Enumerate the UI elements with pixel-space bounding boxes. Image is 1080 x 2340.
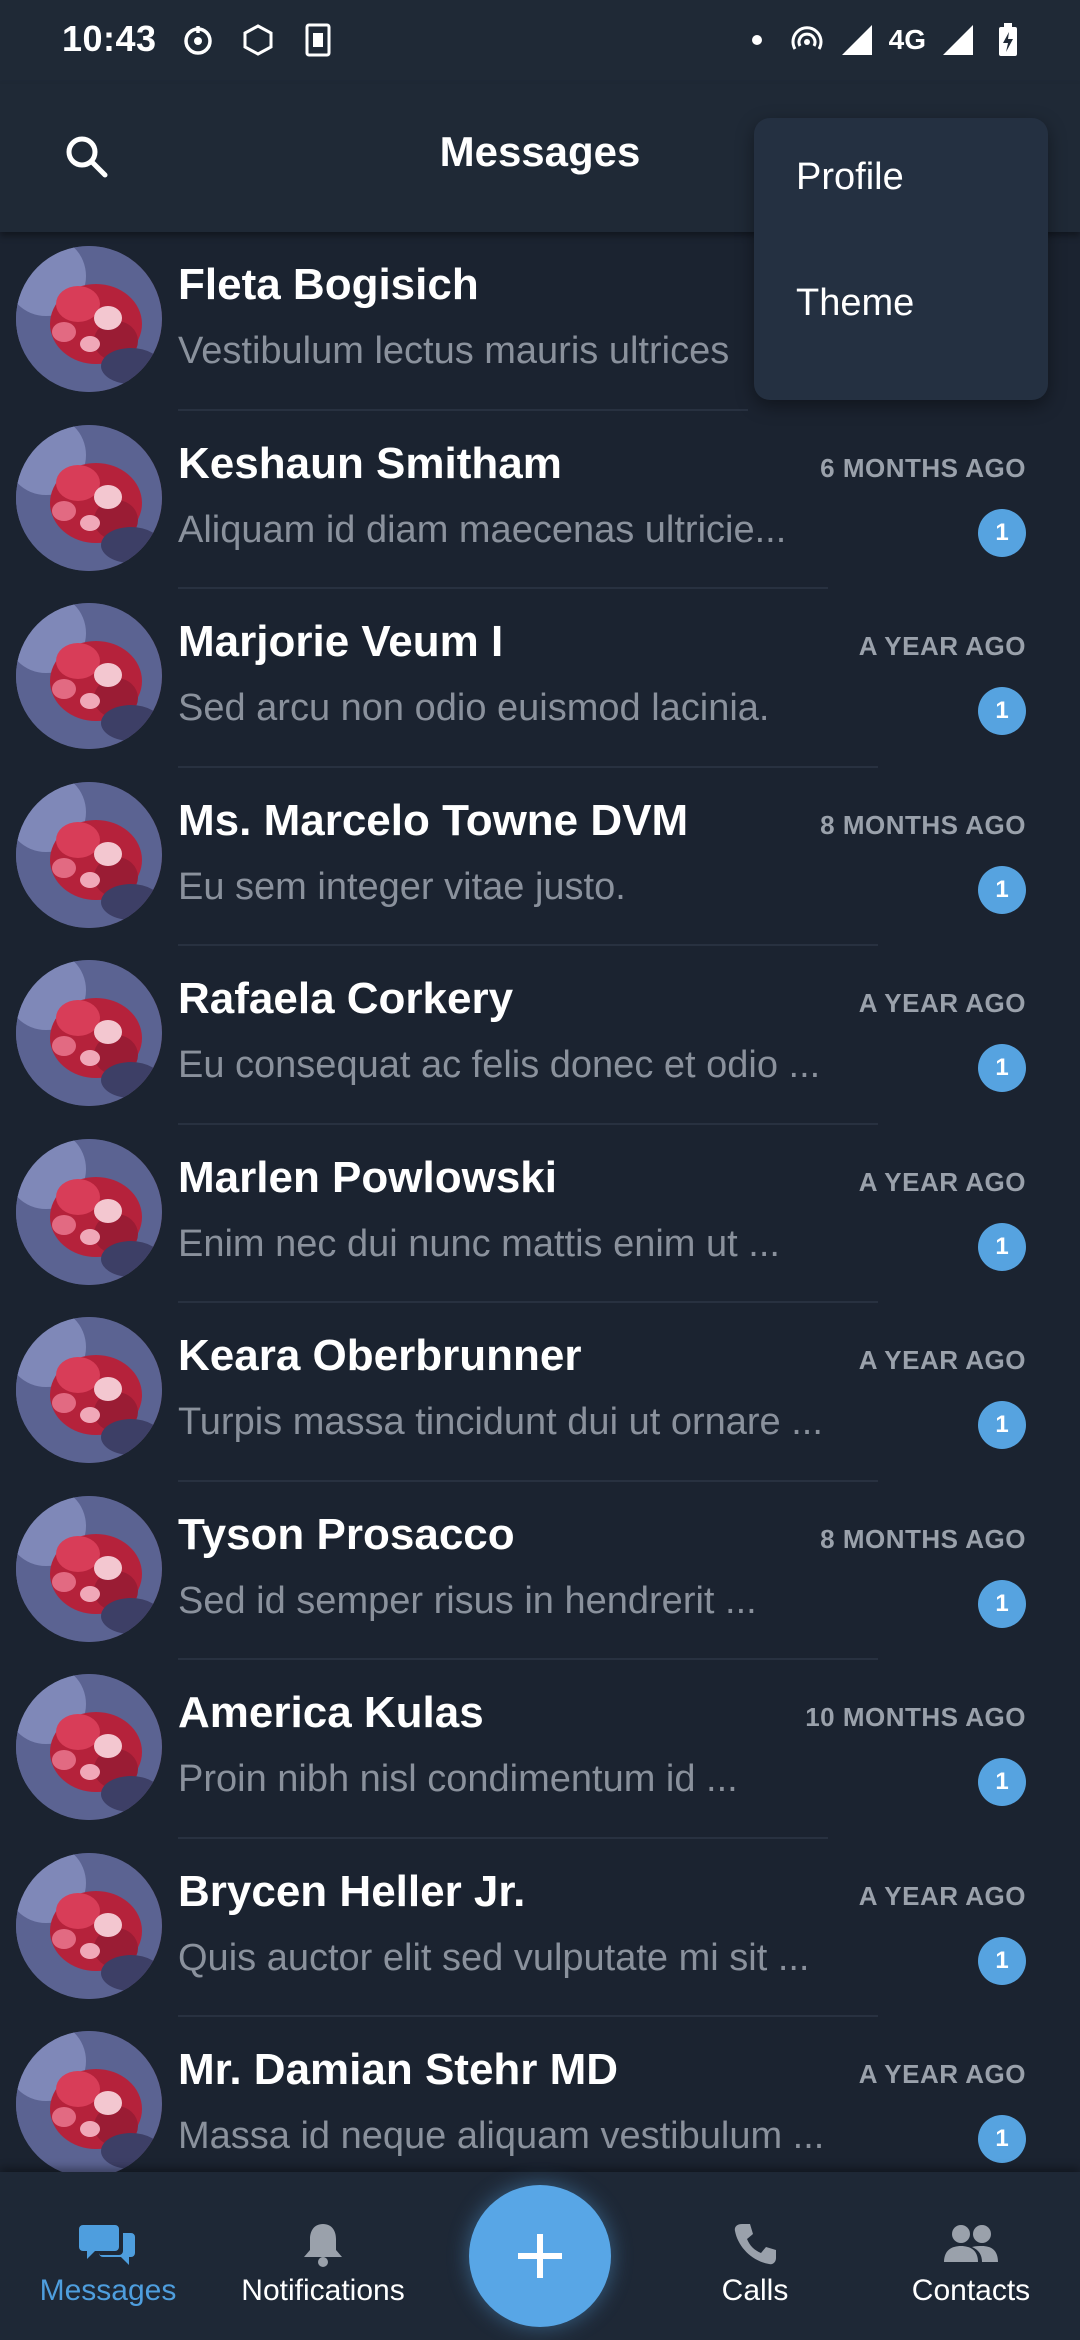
message-timestamp: A YEAR AGO xyxy=(858,1166,1026,1197)
status-right-icons: 4G xyxy=(739,22,1026,58)
contact-name: Mr. Damian Stehr MD xyxy=(178,2045,619,2094)
contact-name: Marjorie Veum I xyxy=(178,617,504,666)
unread-badge: 1 xyxy=(978,1401,1026,1449)
message-timestamp: 6 MONTHS AGO xyxy=(820,452,1026,483)
contact-name: Ms. Marcelo Towne DVM xyxy=(178,795,689,845)
network-type: 4G xyxy=(888,24,926,55)
messages-screen: 10:43 4G Messages Profile Theme Fleta Bo… xyxy=(0,0,1080,2340)
contact-name: Marlen Powlowski xyxy=(178,1152,557,1202)
unread-badge: 1 xyxy=(978,1758,1026,1806)
avatar xyxy=(16,603,162,749)
unread-badge: 1 xyxy=(978,687,1026,735)
message-timestamp: A YEAR AGO xyxy=(858,1345,1026,1375)
message-preview: Proin nibh nisl condimentum id ... xyxy=(178,1758,738,1800)
contact-name: America Kulas xyxy=(178,1688,484,1737)
unread-badge: 1 xyxy=(978,1936,1026,1985)
conversation-item[interactable]: Keshaun Smitham Aliquam id diam maecenas … xyxy=(0,411,1080,589)
contact-name: Tyson Prosacco xyxy=(178,1509,515,1559)
status-left-icons xyxy=(180,22,336,58)
message-timestamp: A YEAR AGO xyxy=(858,631,1026,661)
message-timestamp: A YEAR AGO xyxy=(858,988,1026,1018)
avatar xyxy=(16,1495,162,1642)
contact-name: Brycen Heller Jr. xyxy=(178,1866,526,1916)
conversation-item[interactable]: America Kulas Proin nibh nisl condimentum… xyxy=(0,1660,1080,1839)
conversation-item[interactable]: Ms. Marcelo Towne DVM Eu sem integer vita… xyxy=(0,768,1080,946)
sync-icon xyxy=(180,22,216,58)
conversation-item[interactable]: Rafaela Corkery Eu consequat ac felis don… xyxy=(0,946,1080,1125)
nav-calls[interactable]: Calls xyxy=(700,2172,810,2340)
conversation-item[interactable]: Keara Oberbrunner Turpis massa tincidunt … xyxy=(0,1303,1080,1482)
message-preview: Vestibulum lectus mauris ultrices xyxy=(178,330,730,372)
avatar xyxy=(16,1138,162,1285)
status-time: 10:43 xyxy=(62,18,157,59)
contact-name: Rafaela Corkery xyxy=(178,974,514,1023)
contact-name: Keara Oberbrunner xyxy=(178,1331,582,1380)
message-preview: Enim nec dui nunc mattis enim ut ... xyxy=(178,1222,780,1265)
unread-badge: 1 xyxy=(978,1044,1026,1092)
avatar xyxy=(16,424,162,571)
message-preview: Eu sem integer vitae justo. xyxy=(178,865,626,908)
message-preview: Turpis massa tincidunt dui ut ornare ... xyxy=(178,1401,823,1443)
contact-name: Fleta Bogisich xyxy=(178,260,479,309)
message-timestamp: 8 MONTHS AGO xyxy=(820,1523,1026,1554)
nav-contacts[interactable]: Contacts xyxy=(898,2172,1044,2340)
message-preview: Eu consequat ac felis donec et odio ... xyxy=(178,1044,821,1086)
sim-card-icon xyxy=(300,22,336,58)
message-timestamp: A YEAR AGO xyxy=(858,1880,1026,1911)
conversation-item[interactable]: Mr. Damian Stehr MD Massa id neque aliqua… xyxy=(0,2017,1080,2172)
menu-item-profile[interactable]: Profile xyxy=(754,158,1048,284)
conversation-item[interactable]: Marjorie Veum I Sed arcu non odio euismod… xyxy=(0,589,1080,768)
unread-badge: 1 xyxy=(978,1222,1026,1271)
nav-label: Notifications xyxy=(241,2274,405,2307)
nav-notifications[interactable]: Notifications xyxy=(228,2172,418,2340)
avatar xyxy=(16,1852,162,1999)
people-icon xyxy=(941,2220,1001,2268)
message-preview: Massa id neque aliquam vestibulum ... xyxy=(178,2115,825,2157)
conversation-item[interactable]: Tyson Prosacco Sed id semper risus in hen… xyxy=(0,1482,1080,1660)
message-timestamp: 10 MONTHS AGO xyxy=(805,1702,1026,1732)
message-preview: Sed arcu non odio euismod lacinia. xyxy=(178,687,770,729)
avatar xyxy=(16,246,162,392)
message-preview: Aliquam id diam maecenas ultricie... xyxy=(178,508,787,551)
message-timestamp: A YEAR AGO xyxy=(858,2059,1026,2089)
avatar xyxy=(16,1674,162,1820)
signal-icon xyxy=(940,22,976,58)
dot-icon xyxy=(739,22,775,58)
hexagon-icon xyxy=(240,22,276,58)
phone-icon xyxy=(725,2220,785,2268)
unread-badge: 1 xyxy=(978,865,1026,914)
avatar xyxy=(16,781,162,928)
avatar xyxy=(16,2031,162,2172)
avatar xyxy=(16,1317,162,1463)
signal-icon xyxy=(839,22,875,58)
plus-icon xyxy=(518,2234,562,2278)
conversation-item[interactable]: Marlen Powlowski Enim nec dui nunc mattis… xyxy=(0,1125,1080,1303)
conversation-list: Fleta Bogisich Vestibulum lectus mauris u… xyxy=(0,232,1080,2172)
message-timestamp: 8 MONTHS AGO xyxy=(820,809,1026,840)
message-preview: Quis auctor elit sed vulputate mi sit ..… xyxy=(178,1936,810,1979)
unread-badge: 1 xyxy=(978,2115,1026,2163)
nav-label: Messages xyxy=(39,2274,177,2307)
unread-badge: 1 xyxy=(978,1579,1026,1628)
nav-label: Contacts xyxy=(911,2274,1031,2307)
status-bar: 10:43 4G xyxy=(0,0,1080,84)
overflow-menu: Profile Theme xyxy=(754,118,1048,400)
message-preview: Sed id semper risus in hendrerit ... xyxy=(178,1579,757,1622)
bell-icon xyxy=(293,2220,353,2268)
battery-charging-icon xyxy=(990,22,1026,58)
avatar xyxy=(16,960,162,1106)
menu-item-theme[interactable]: Theme xyxy=(754,284,1048,410)
unread-badge: 1 xyxy=(978,508,1026,557)
contact-name: Keshaun Smitham xyxy=(178,438,562,488)
nav-label: Calls xyxy=(721,2274,789,2307)
hotspot-icon xyxy=(789,22,825,58)
new-message-button[interactable] xyxy=(469,2185,611,2327)
conversation-item[interactable]: Brycen Heller Jr. Quis auctor elit sed vu… xyxy=(0,1839,1080,2017)
chat-bubbles-icon xyxy=(78,2220,138,2268)
nav-messages[interactable]: Messages xyxy=(26,2172,190,2340)
